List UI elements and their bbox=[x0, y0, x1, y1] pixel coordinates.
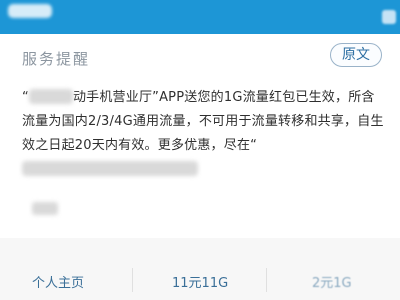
message-text: 动手机营业厅”APP送您的1G流量红包已生效，所含流量为国内2/3/4G通用流量… bbox=[22, 90, 384, 153]
service-reminder-card: 服务提醒 原文 “动手机营业厅”APP送您的1G流量红包已生效，所含流量为国内2… bbox=[0, 34, 400, 239]
top-bar bbox=[0, 0, 400, 34]
blurred-text bbox=[22, 161, 198, 176]
menu-item-11g[interactable]: 11元11G bbox=[172, 272, 228, 291]
blurred-header-text bbox=[8, 4, 52, 18]
menu-item-home[interactable]: 个人主页 bbox=[32, 272, 84, 291]
menu-item-1g[interactable]: 2元1G bbox=[312, 272, 352, 291]
menu-divider bbox=[132, 268, 133, 292]
message-body: “动手机营业厅”APP送您的1G流量红包已生效，所含流量为国内2/3/4G通用流… bbox=[22, 86, 386, 182]
blurred-text bbox=[32, 202, 58, 215]
blurred-text bbox=[28, 89, 73, 104]
message-open-quote: “ bbox=[22, 90, 29, 105]
original-text-button[interactable]: 原文 bbox=[330, 43, 382, 67]
bottom-menu: 个人主页 11元11G 2元1G bbox=[0, 238, 400, 300]
chat-screen: 服务提醒 原文 “动手机营业厅”APP送您的1G流量红包已生效，所含流量为国内2… bbox=[0, 0, 400, 300]
blurred-header-icon[interactable] bbox=[382, 10, 396, 24]
menu-divider bbox=[266, 268, 267, 292]
card-title: 服务提醒 bbox=[22, 50, 91, 68]
